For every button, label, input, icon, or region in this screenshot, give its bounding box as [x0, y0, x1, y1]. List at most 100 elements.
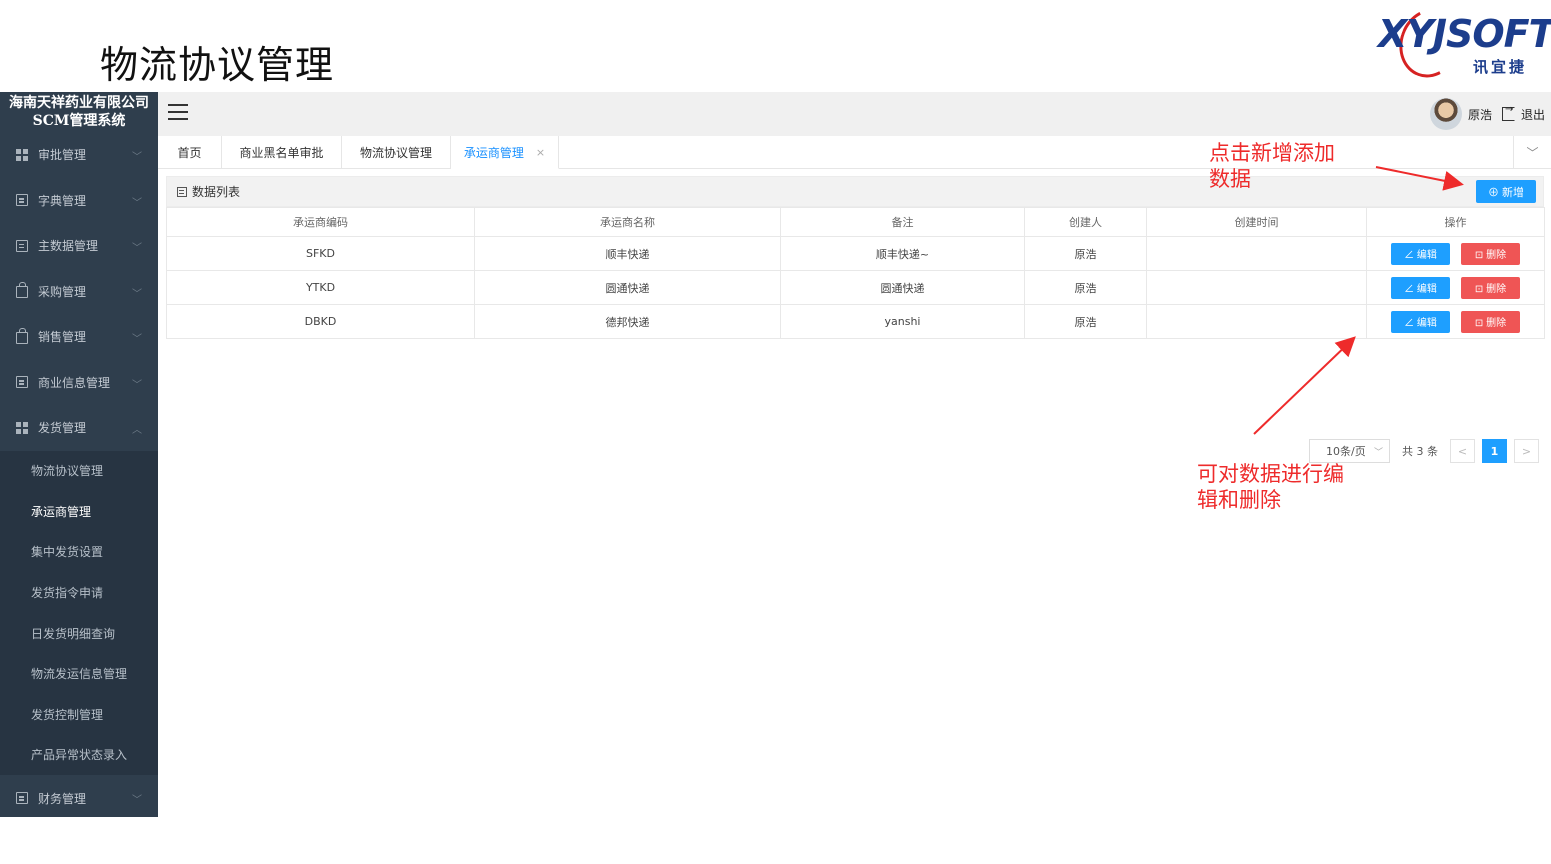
chevron-down-icon: ﹀: [132, 197, 142, 209]
logout-link[interactable]: 退出: [1521, 106, 1545, 123]
sidebar: 海南天祥药业有限公司SCM管理系统 审批管理 ﹀ 字典管理 ﹀ 主数据管理 ﹀ …: [0, 92, 158, 817]
chevron-down-icon: ﹀: [132, 795, 142, 807]
document-icon: [16, 792, 28, 804]
sidebar-item-shipping-control[interactable]: 发货控制管理: [0, 694, 158, 735]
add-annotation: 点击新增添加 数据: [1209, 140, 1335, 192]
delete-button[interactable]: ⊡ 删除: [1461, 276, 1520, 299]
sidebar-group-approval[interactable]: 审批管理 ﹀: [0, 132, 158, 178]
page-size-value: 10条/页: [1326, 445, 1366, 458]
brand-logo: XYJSOFT 讯宜捷: [1376, 0, 1551, 87]
user-name[interactable]: 原浩: [1468, 106, 1492, 123]
table-header-row: 承运商编码 承运商名称 备注 创建人 创建时间 操作: [166, 207, 1545, 237]
edit-button[interactable]: ∠ 编辑: [1391, 276, 1450, 299]
current-page-button[interactable]: 1: [1482, 439, 1507, 463]
sidebar-item-logistics-agreement[interactable]: 物流协议管理: [0, 450, 158, 492]
column-header[interactable]: 创建人: [1024, 207, 1147, 237]
cell-created: [1146, 270, 1367, 305]
cell-remark: 顺丰快递~: [780, 236, 1025, 271]
sidebar-item-logistics-dispatch-info[interactable]: 物流发运信息管理: [0, 653, 158, 695]
sidebar-group-dictionary[interactable]: 字典管理 ﹀: [0, 178, 158, 224]
delete-button[interactable]: ⊡ 删除: [1461, 310, 1520, 333]
app-window: 海南天祥药业有限公司SCM管理系统 审批管理 ﹀ 字典管理 ﹀ 主数据管理 ﹀ …: [0, 92, 1551, 817]
chevron-down-icon: ﹀: [132, 288, 142, 300]
sidebar-group-label: 销售管理: [38, 330, 87, 345]
user-box: 原浩 退出: [1429, 97, 1545, 131]
shipping-submenu: 物流协议管理 承运商管理 集中发货设置 发货指令申请 日发货明细查询 物流发运信…: [0, 450, 158, 776]
annotation-line: 点击新增添加: [1209, 141, 1335, 165]
cell-code: SFKD: [166, 236, 475, 271]
document-icon: [16, 239, 28, 252]
bag-icon: [16, 327, 28, 344]
annotation-line: 数据: [1209, 167, 1251, 191]
sidebar-item-central-shipping-settings[interactable]: 集中发货设置: [0, 531, 158, 573]
panel-title: 数据列表: [192, 185, 241, 199]
menu-toggle-icon[interactable]: [168, 104, 188, 120]
sidebar-group-sales[interactable]: 销售管理 ﹀: [0, 314, 158, 360]
sidebar-group-master-data[interactable]: 主数据管理 ﹀: [0, 223, 158, 269]
sidebar-item-product-abnormal-entry[interactable]: 产品异常状态录入: [0, 734, 158, 776]
close-icon[interactable]: ×: [536, 146, 545, 159]
bag-icon: [16, 282, 28, 299]
column-header[interactable]: 承运商名称: [474, 207, 781, 237]
cell-creator: 原浩: [1024, 270, 1147, 305]
cell-creator: 原浩: [1024, 236, 1147, 271]
topbar: 原浩 退出: [158, 92, 1551, 136]
sidebar-group-label: 商业信息管理: [38, 375, 111, 390]
sidebar-item-carrier-management[interactable]: 承运商管理: [0, 491, 158, 532]
grid-icon: [16, 421, 28, 434]
column-header[interactable]: 承运商编码: [166, 207, 475, 237]
logo-word: XYJSOFT: [1378, 12, 1551, 56]
tab-bar: 首页 商业黑名单审批 物流协议管理 承运商管理 × ﹀: [158, 136, 1551, 169]
slide-title: 物流协议管理: [100, 43, 335, 87]
tab-label: 商业黑名单审批: [239, 146, 324, 160]
company-name: 海南天祥药业有限公司SCM管理系统: [0, 92, 158, 132]
tab-label: 物流协议管理: [359, 146, 432, 160]
cell-name: 圆通快递: [474, 270, 781, 305]
prev-page-button[interactable]: <: [1450, 439, 1475, 463]
next-page-button[interactable]: >: [1514, 439, 1539, 463]
table-row: SFKD 顺丰快递 顺丰快递~ 原浩 ∠ 编辑 ⊡ 删除: [166, 236, 1545, 271]
sidebar-group-label: 主数据管理: [38, 239, 99, 254]
tab-home[interactable]: 首页: [158, 136, 222, 169]
tab-logistics-agreement[interactable]: 物流协议管理: [342, 136, 451, 169]
tab-carrier-management[interactable]: 承运商管理 ×: [451, 136, 559, 169]
sidebar-group-shipping[interactable]: 发货管理 ︿: [0, 405, 158, 451]
page-size-select[interactable]: 10条/页 ﹀: [1309, 439, 1390, 463]
table-row: DBKD 德邦快递 yanshi 原浩 ∠ 编辑 ⊡ 删除: [166, 304, 1545, 339]
sidebar-group-business-info[interactable]: 商业信息管理 ﹀: [0, 360, 158, 406]
edit-button[interactable]: ∠ 编辑: [1391, 310, 1450, 333]
sidebar-group-finance[interactable]: 财务管理 ﹀: [0, 775, 158, 817]
chevron-down-icon: ﹀: [132, 379, 142, 391]
column-header[interactable]: 备注: [780, 207, 1025, 237]
cell-actions: ∠ 编辑 ⊡ 删除: [1366, 236, 1545, 271]
column-header[interactable]: 创建时间: [1146, 207, 1367, 237]
cell-creator: 原浩: [1024, 304, 1147, 339]
sidebar-group-label: 采购管理: [38, 284, 87, 299]
chevron-down-icon: ﹀: [132, 152, 142, 163]
grid-icon: [16, 148, 28, 161]
table-row: YTKD 圆通快递 圆通快递 原浩 ∠ 编辑 ⊡ 删除: [166, 270, 1545, 305]
document-icon: [16, 194, 28, 207]
chevron-down-icon[interactable]: ﹀: [1513, 136, 1551, 169]
panel-header: 数据列表 ⊕ 新增: [166, 176, 1544, 207]
delete-button[interactable]: ⊡ 删除: [1461, 242, 1520, 265]
cell-code: DBKD: [166, 304, 475, 339]
sidebar-item-daily-shipping-query[interactable]: 日发货明细查询: [0, 612, 158, 654]
cell-name: 德邦快递: [474, 304, 781, 339]
carrier-table: 承运商编码 承运商名称 备注 创建人 创建时间 操作 SFKD 顺丰快递 顺丰快…: [166, 207, 1545, 339]
tab-blacklist-approval[interactable]: 商业黑名单审批: [222, 136, 342, 169]
list-icon: [177, 186, 187, 197]
sidebar-item-shipping-instruction[interactable]: 发货指令申请: [0, 572, 158, 613]
annotation-line: 辑和删除: [1197, 488, 1281, 512]
cell-created: [1146, 304, 1367, 339]
add-button[interactable]: ⊕ 新增: [1476, 180, 1536, 203]
sidebar-group-purchase[interactable]: 采购管理 ﹀: [0, 269, 158, 315]
edit-annotation: 可对数据进行编 辑和删除: [1197, 461, 1344, 513]
cell-actions: ∠ 编辑 ⊡ 删除: [1366, 304, 1545, 339]
logout-icon[interactable]: [1501, 104, 1515, 121]
cell-created: [1146, 236, 1367, 271]
cell-name: 顺丰快递: [474, 236, 781, 271]
avatar[interactable]: [1429, 98, 1462, 130]
chevron-down-icon: ﹀: [1373, 448, 1383, 458]
edit-button[interactable]: ∠ 编辑: [1391, 242, 1450, 265]
